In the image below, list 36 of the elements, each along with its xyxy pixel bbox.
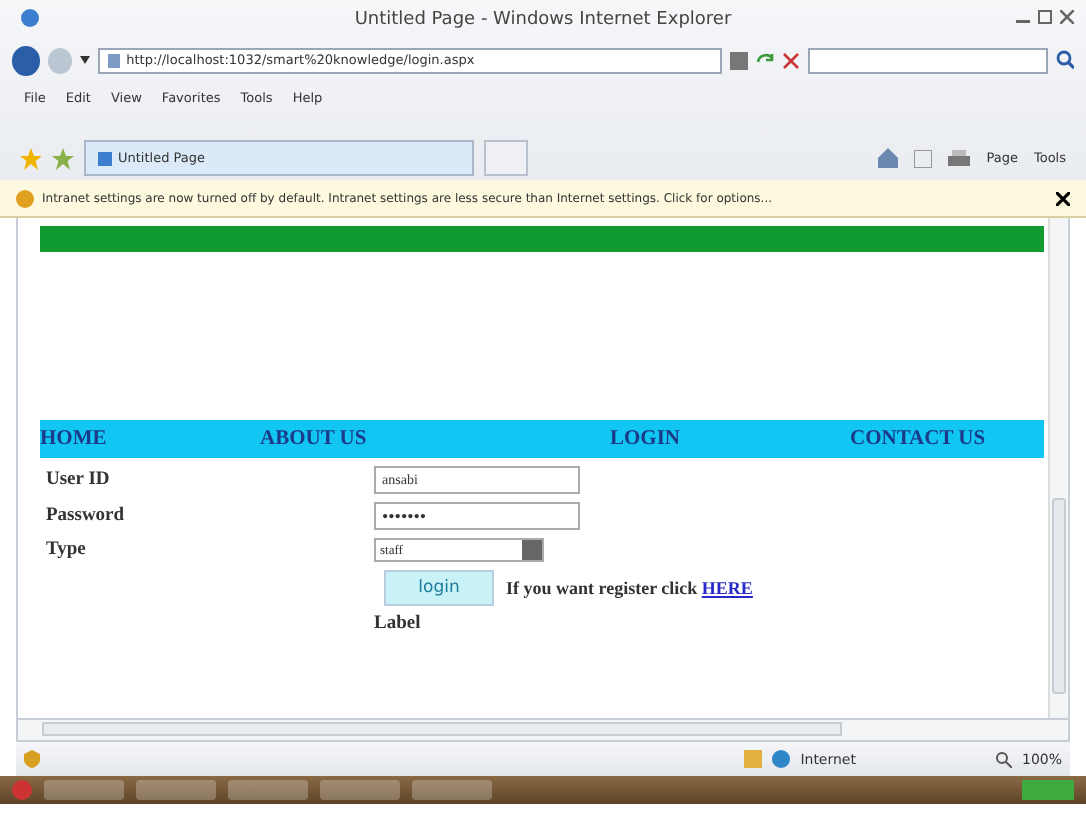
- taskbar-button[interactable]: [44, 780, 124, 800]
- search-icon[interactable]: [1055, 50, 1075, 70]
- zoom-icon[interactable]: [995, 751, 1012, 767]
- taskbar-button[interactable]: [228, 780, 308, 800]
- search-field[interactable]: [807, 47, 1048, 73]
- scrollbar-thumb[interactable]: [42, 722, 842, 736]
- taskbar-button[interactable]: [412, 780, 492, 800]
- taskbar-button[interactable]: [136, 780, 216, 800]
- nav-link[interactable]: HOME: [40, 428, 260, 450]
- close-icon[interactable]: [1056, 191, 1070, 205]
- home-icon[interactable]: [878, 148, 899, 168]
- login-button[interactable]: login: [384, 570, 494, 606]
- register-text: If you want register click HERE: [506, 578, 753, 598]
- field-label: Type: [46, 540, 88, 560]
- horizontal-scrollbar[interactable]: [16, 718, 1070, 742]
- start-button[interactable]: [12, 780, 32, 800]
- vertical-scrollbar[interactable]: [1048, 218, 1068, 718]
- taskbar-button[interactable]: [320, 780, 400, 800]
- globe-icon: [772, 750, 791, 768]
- nav-link[interactable]: CONTACT US: [850, 428, 1044, 450]
- printer-icon[interactable]: [948, 149, 971, 167]
- field-label: User ID: [46, 470, 112, 490]
- nav-link[interactable]: ABOUT US: [260, 428, 610, 450]
- status-label: Label: [374, 614, 421, 634]
- window-title: Untitled Page - Windows Internet Explorer: [354, 10, 732, 30]
- favorites-star-icon[interactable]: [20, 147, 42, 169]
- nav-link[interactable]: LOGIN: [610, 428, 850, 450]
- field-label: Password: [46, 506, 127, 526]
- maximize-icon[interactable]: [1038, 10, 1052, 24]
- password-field[interactable]: •••••••: [374, 502, 580, 530]
- new-tab-button[interactable]: [484, 140, 528, 176]
- add-favorites-icon[interactable]: [52, 147, 74, 169]
- back-button[interactable]: [12, 45, 41, 75]
- register-link[interactable]: HERE: [701, 578, 753, 598]
- scrollbar-thumb[interactable]: [1052, 498, 1066, 694]
- stop-icon[interactable]: [782, 51, 800, 69]
